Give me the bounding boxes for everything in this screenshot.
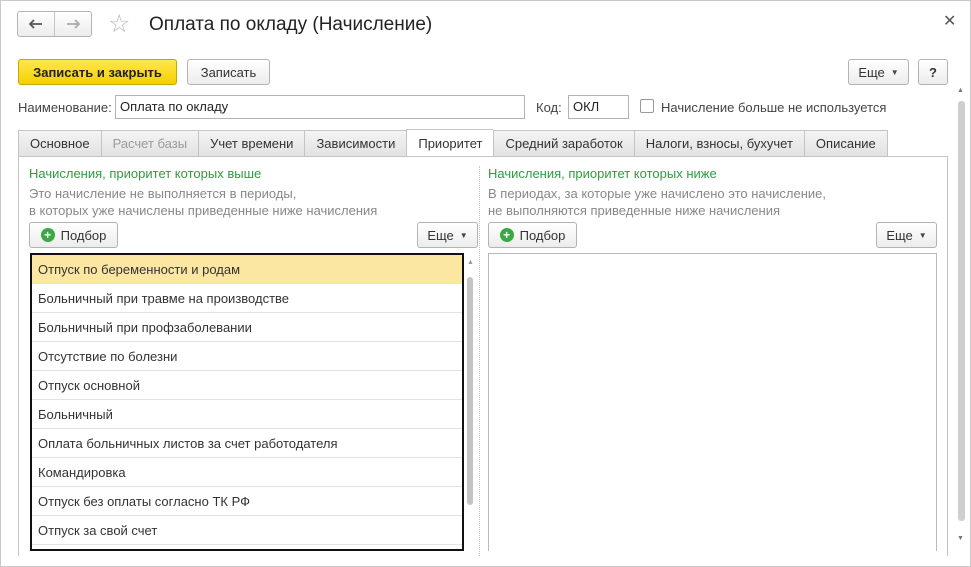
tab-priority[interactable]: Приоритет [406, 129, 494, 157]
star-icon[interactable]: ☆ [108, 11, 130, 37]
unused-checkbox[interactable] [640, 99, 654, 113]
left-pick-label: Подбор [60, 227, 107, 243]
more-button[interactable]: Еще ▼ [848, 59, 909, 85]
higher-priority-desc-line: Это начисление не выполняется в периоды, [29, 186, 297, 201]
right-pick-button[interactable]: + Подбор [488, 222, 577, 248]
left-pick-button[interactable]: + Подбор [29, 222, 118, 248]
list-item[interactable]: Отпуск без оплаты согласно ТК РФ [32, 487, 462, 516]
list-item[interactable]: Отпуск за свой счет [32, 516, 462, 545]
scroll-thumb[interactable] [958, 101, 965, 521]
chevron-down-icon: ▼ [890, 67, 899, 77]
help-button[interactable]: ? [918, 59, 948, 85]
save-button[interactable]: Записать [187, 59, 270, 85]
lower-priority-desc-line: В периодах, за которые уже начислено это… [488, 186, 826, 201]
higher-priority-list[interactable]: Отпуск по беременности и родам Больничны… [30, 253, 464, 551]
arrow-right-icon [67, 19, 80, 29]
tab-time-accounting[interactable]: Учет времени [198, 130, 305, 157]
left-more-label: Еще [427, 227, 454, 243]
page-title: Оплата по окладу (Начисление) [149, 14, 433, 35]
lower-priority-desc-line: не выполняются приведенные ниже начислен… [488, 203, 781, 218]
scroll-thumb[interactable] [467, 277, 473, 505]
more-button-label: Еще [858, 64, 885, 80]
list-scrollbar[interactable]: ▲ [464, 253, 476, 551]
higher-priority-desc-line: в которых уже начислены приведенные ниже… [29, 203, 378, 218]
list-item[interactable]: Больничный при профзаболевании [32, 313, 462, 342]
left-more-button[interactable]: Еще ▼ [417, 222, 478, 248]
tab-taxes[interactable]: Налоги, взносы, бухучет [633, 130, 804, 157]
close-icon[interactable]: ✕ [943, 11, 956, 31]
list-item[interactable]: Отсутствие по болезни [32, 342, 462, 371]
forward-button[interactable] [54, 12, 91, 36]
tab-base-calc[interactable]: Расчет базы [100, 130, 199, 157]
list-item[interactable]: Отпуск по беременности и родам [32, 255, 462, 284]
higher-priority-title: Начисления, приоритет которых выше [29, 166, 262, 181]
chevron-down-icon: ▼ [918, 230, 927, 240]
tab-main[interactable]: Основное [18, 130, 101, 157]
window-scrollbar[interactable]: ▲ ▼ [954, 85, 968, 547]
plus-icon: + [499, 228, 514, 242]
lower-priority-title: Начисления, приоритет которых ниже [488, 166, 717, 181]
list-item[interactable]: Отпуск основной [32, 371, 462, 400]
scroll-up-icon[interactable]: ▲ [957, 87, 964, 94]
column-divider [479, 166, 480, 556]
lower-priority-desc: В периодах, за которые уже начислено это… [488, 185, 826, 219]
form-window: ☆ Оплата по окладу (Начисление) ✕ Записа… [0, 0, 971, 567]
plus-icon: + [40, 228, 55, 242]
unused-checkbox-label[interactable]: Начисление больше не используется [661, 100, 886, 115]
list-item[interactable]: Больничный при травме на производстве [32, 284, 462, 313]
tab-bar: Основное Расчет базы Учет времени Зависи… [18, 129, 888, 157]
right-more-button[interactable]: Еще ▼ [876, 222, 937, 248]
tab-dependencies[interactable]: Зависимости [304, 130, 407, 157]
name-label: Наименование: [18, 100, 112, 115]
save-and-close-button[interactable]: Записать и закрыть [18, 59, 177, 85]
nav-buttons [17, 11, 92, 37]
back-button[interactable] [18, 12, 54, 36]
chevron-down-icon: ▼ [459, 230, 468, 240]
scroll-up-icon[interactable]: ▲ [467, 259, 474, 266]
higher-priority-desc: Это начисление не выполняется в периоды,… [29, 185, 377, 219]
right-more-label: Еще [886, 227, 913, 243]
name-field[interactable]: Оплата по окладу [115, 95, 525, 119]
lower-priority-list[interactable] [488, 253, 937, 551]
code-label: Код: [536, 100, 562, 115]
tab-description[interactable]: Описание [803, 130, 888, 157]
tab-average-earnings[interactable]: Средний заработок [493, 130, 634, 157]
list-item[interactable]: Больничный [32, 400, 462, 429]
code-field[interactable]: ОКЛ [568, 95, 629, 119]
right-pick-label: Подбор [519, 227, 566, 243]
list-item[interactable]: Командировка [32, 458, 462, 487]
scroll-down-icon[interactable]: ▼ [957, 535, 964, 542]
list-item[interactable]: Оплата больничных листов за счет работод… [32, 429, 462, 458]
arrow-left-icon [29, 19, 42, 29]
